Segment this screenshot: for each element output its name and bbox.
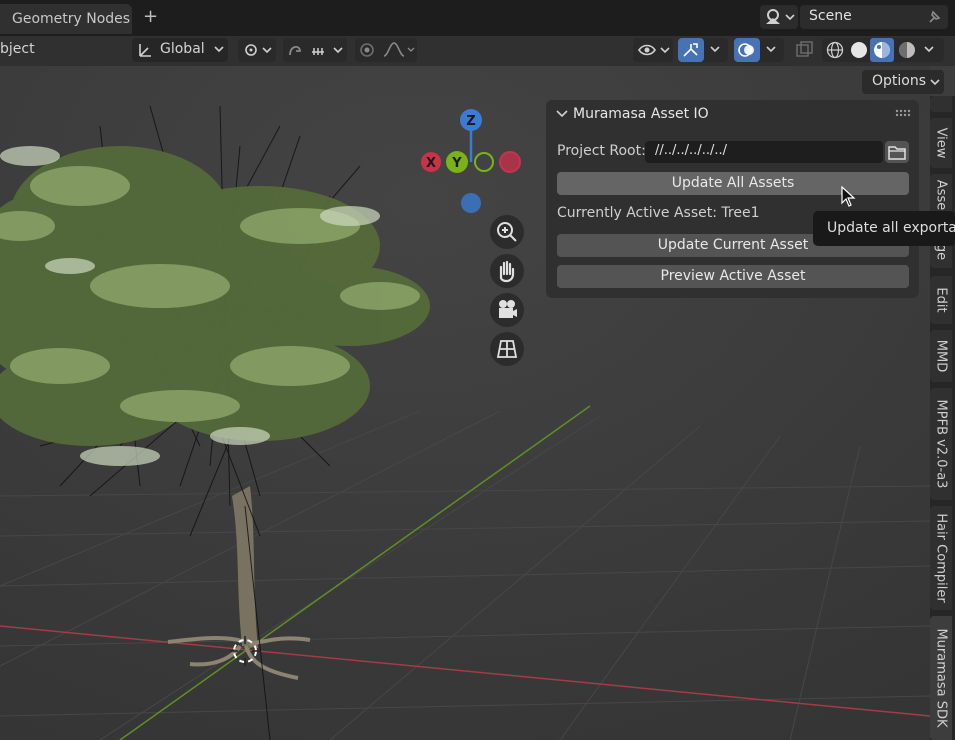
grid-icon [496, 340, 518, 358]
visibility-dropdown[interactable] [633, 38, 673, 62]
ortho-toggle-button[interactable] [490, 332, 524, 366]
magnifier-icon [497, 222, 517, 242]
overlays-toggle-group[interactable] [734, 38, 784, 62]
collapse-chevron-icon[interactable] [555, 108, 569, 120]
zoom-button[interactable] [490, 215, 524, 249]
sidebar-tab-top[interactable] [930, 96, 952, 112]
update-all-assets-button[interactable]: Update All Assets [557, 172, 909, 195]
sidebar-tab-asset[interactable]: Asse [930, 174, 952, 216]
project-root-label: Project Root: [557, 143, 646, 159]
active-asset-text: Currently Active Asset: Tree1 [557, 205, 760, 221]
project-root-value: //../../../../../ [655, 143, 727, 158]
drag-handle-icon[interactable] [895, 109, 913, 119]
overlays-toggle-button[interactable] [734, 38, 760, 62]
shading-mode-group[interactable] [822, 38, 944, 62]
sidebar-tab-mpfb[interactable]: MPFB v2.0-a3 [930, 388, 952, 500]
rendered-shading-icon[interactable] [898, 41, 916, 59]
options-label: Options [872, 73, 927, 89]
tab-label: Muramasa SDK [933, 628, 949, 728]
solid-shading-icon[interactable] [850, 41, 868, 59]
update-all-tooltip: Update all exportab [813, 211, 955, 246]
material-shading-icon [874, 42, 890, 58]
folder-icon [888, 146, 906, 160]
overlays-icon [738, 43, 754, 57]
pivot-icon [245, 44, 272, 56]
tab-geometry-nodes[interactable]: Geometry Nodes [0, 4, 132, 34]
navigation-gizmo[interactable]: X Y Z [415, 105, 535, 215]
browse-folder-button[interactable] [885, 141, 909, 163]
chevron-down-icon [924, 46, 934, 53]
tab-label: View [933, 127, 949, 159]
sidebar-tab-hair-compiler[interactable]: Hair Compiler [930, 506, 952, 610]
gizmo-z-label[interactable]: Z [466, 114, 475, 129]
camera-icon [499, 300, 517, 318]
snapping-group[interactable] [283, 38, 347, 62]
tab-label: Hair Compiler [933, 513, 949, 603]
scene-selector-button[interactable] [760, 5, 798, 29]
object-menu[interactable]: bject [0, 41, 35, 57]
transform-orientation-dropdown[interactable]: Global [132, 38, 228, 62]
orientation-icon [139, 44, 151, 57]
sidebar-tab-muramasa-sdk[interactable]: Muramasa SDK [930, 616, 952, 740]
preview-active-asset-button[interactable]: Preview Active Asset [557, 265, 909, 288]
sidebar-tab-mmd[interactable]: MMD [930, 330, 952, 382]
gizmo-x-label[interactable]: X [426, 156, 436, 171]
gizmo-y-label[interactable]: Y [451, 156, 462, 171]
scene-icon [766, 9, 795, 24]
scene-name-field[interactable]: Scene [800, 5, 948, 29]
tab-label: MPFB v2.0-a3 [933, 399, 949, 489]
material-preview-button[interactable] [870, 38, 894, 62]
project-root-input[interactable]: //../../../../../ [645, 141, 883, 163]
options-dropdown[interactable]: Options [862, 70, 944, 94]
add-workspace-button[interactable]: + [143, 6, 158, 27]
pivot-point-dropdown[interactable] [238, 38, 276, 62]
sidebar-tab-view[interactable]: View [930, 118, 952, 168]
gizmo-icon [683, 43, 698, 57]
xray-toggle-button[interactable] [792, 38, 816, 62]
tab-label: Asse [933, 179, 949, 211]
tab-label: Geometry Nodes [12, 11, 131, 27]
pan-button[interactable] [490, 254, 524, 288]
snap-icon [289, 46, 343, 56]
pin-icon[interactable] [924, 8, 944, 26]
eye-icon [638, 44, 670, 56]
mouse-cursor-icon [841, 186, 856, 207]
panel-title: Muramasa Asset IO [573, 106, 709, 122]
tab-label: MMD [933, 339, 949, 373]
chevron-down-icon [766, 46, 776, 53]
xray-icon [796, 41, 813, 57]
chevron-down-icon [710, 46, 720, 53]
chevron-down-icon [214, 46, 224, 53]
proportional-icon [360, 42, 415, 57]
gizmo-toggle-group[interactable] [678, 38, 728, 62]
preview-label: Preview Active Asset [660, 268, 806, 284]
proportional-editing-group[interactable] [355, 38, 417, 62]
tab-label: ge [933, 243, 949, 261]
tooltip-text: Update all exportab [827, 220, 955, 236]
chevron-down-icon [930, 79, 940, 86]
update-all-label: Update All Assets [671, 175, 795, 191]
scene-name: Scene [809, 8, 852, 24]
camera-view-button[interactable] [490, 293, 524, 327]
gizmo-toggle-button[interactable] [678, 38, 704, 62]
hand-icon [499, 260, 515, 283]
sidebar-tab-edit[interactable]: Edit [930, 276, 952, 324]
orientation-label: Global [160, 41, 205, 57]
tab-label: Edit [933, 287, 949, 313]
wireframe-shading-icon[interactable] [826, 41, 844, 59]
